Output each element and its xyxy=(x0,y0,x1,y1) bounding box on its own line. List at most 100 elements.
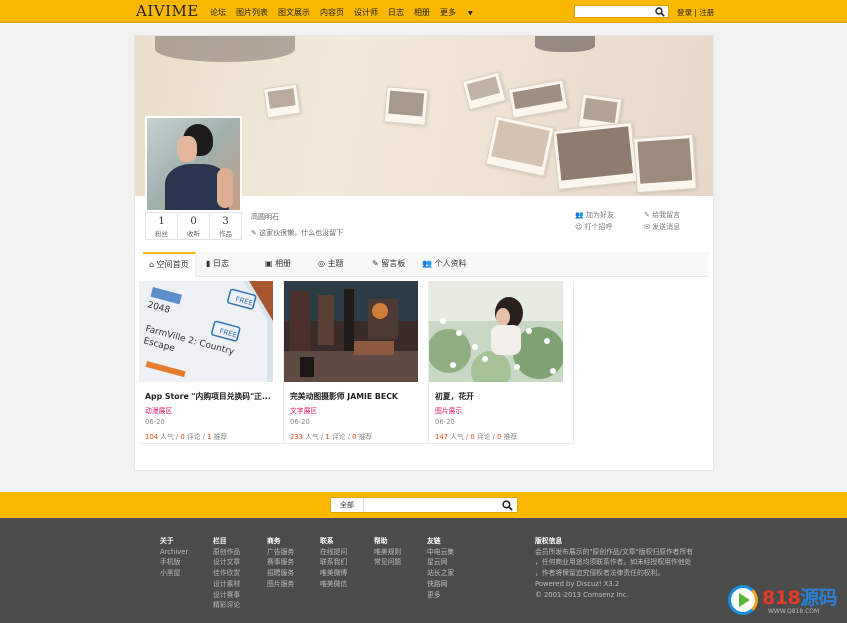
nav-item-image-list[interactable]: 图片列表 xyxy=(236,7,268,18)
footer-link[interactable]: 招聘服务 xyxy=(267,568,294,579)
send-message-button[interactable]: ✉ 发送消息 xyxy=(644,221,680,233)
stat-following[interactable]: 0 收听 xyxy=(178,213,210,239)
footer-link[interactable]: 更多 xyxy=(427,590,454,601)
tab-guestbook[interactable]: ✎ 留言板 xyxy=(356,252,414,277)
tab-blog[interactable]: ▮ 日志 xyxy=(196,252,251,277)
comments-count: 0 xyxy=(180,433,185,441)
nav-item-album[interactable]: 相册 xyxy=(414,7,430,18)
item-thumbnail[interactable]: FREE FREE 2048 FarmVille 2: Country Esca… xyxy=(139,281,273,382)
login-link[interactable]: 登录 xyxy=(677,8,692,17)
tab-profile[interactable]: 👥 个人资料 xyxy=(414,252,484,277)
footer-search-input[interactable]: 全部 xyxy=(330,497,518,513)
item-title[interactable]: App Store "内购项目兑换码"正... xyxy=(145,391,279,402)
item-title[interactable]: 完美动图摄影师 JAMIE BECK xyxy=(290,391,424,402)
copyright-line: © 2001-2013 Comsenz Inc. xyxy=(535,590,629,599)
search-icon[interactable] xyxy=(655,7,665,17)
item-title[interactable]: 初夏，花开 xyxy=(435,391,569,402)
users-icon: 👥 xyxy=(422,259,432,268)
copyright-line: 会员所发布展示的"原创作品/文章"版权归原作者所有 xyxy=(535,547,694,556)
footer-col-title: 商务 xyxy=(267,537,281,545)
stat-label: 粉丝 xyxy=(155,230,168,238)
footer-link[interactable]: 精彩评论 xyxy=(213,600,240,611)
stat-value: 3 xyxy=(222,216,229,227)
stat-label: 收听 xyxy=(187,230,200,238)
footer-link[interactable]: 广告服务 xyxy=(267,547,294,558)
tab-threads[interactable]: ◎ 主题 xyxy=(306,252,356,277)
stat-value: 1 xyxy=(158,216,165,227)
tab-label: 留言板 xyxy=(381,259,406,268)
cover-photo-print xyxy=(383,86,429,126)
footer-link[interactable]: 原创作品 xyxy=(213,547,240,558)
footer-link[interactable]: 中电云集 xyxy=(427,547,454,558)
footer-link[interactable]: 站长之家 xyxy=(427,568,454,579)
footer-link[interactable]: 小黑屋 xyxy=(160,568,188,579)
watermark-logo: 818源码 WWW.Q818.COM xyxy=(728,584,844,620)
footer-col-about: 关于 Archiver 手机版 小黑屋 xyxy=(160,536,188,579)
item-category[interactable]: 图片展示 xyxy=(435,405,462,415)
comments-count: 0 xyxy=(470,433,475,441)
album-icon: ▣ xyxy=(265,259,273,268)
search-input[interactable] xyxy=(574,5,669,18)
footer-col-business: 商务 广告服务 赛事服务 招聘服务 图片服务 xyxy=(267,536,294,590)
stat-fans[interactable]: 1 粉丝 xyxy=(146,213,178,239)
tab-label: 主题 xyxy=(327,259,344,268)
stat-works[interactable]: 3 作品 xyxy=(210,213,241,239)
footer-link[interactable]: 唯美微信 xyxy=(320,579,347,590)
nav-item-blog[interactable]: 日志 xyxy=(388,7,404,18)
greet-button[interactable]: ☺ 打个招呼 xyxy=(575,221,614,233)
watermark-url: WWW.Q818.COM xyxy=(768,608,820,615)
nav-item-content-page[interactable]: 内容页 xyxy=(320,7,344,18)
site-logo[interactable]: AIVIME xyxy=(136,2,199,20)
footer-col-contact: 联系 在线提问 联系我们 唯美微博 唯美微信 xyxy=(320,536,347,590)
footer-link[interactable]: 星云网 xyxy=(427,557,454,568)
footer-link[interactable]: 佳作欣赏 xyxy=(213,568,240,579)
views-count: 147 xyxy=(435,433,448,441)
footer-col-friend-links: 友链 中电云集 星云网 站长之家 快路网 更多 xyxy=(427,536,454,600)
nav-item-designer[interactable]: 设计师 xyxy=(354,7,378,18)
chat-icon: ◎ xyxy=(318,259,325,268)
username: 高圆明石 xyxy=(251,213,279,221)
footer-link[interactable]: 图片服务 xyxy=(267,579,294,590)
tab-album[interactable]: ▣ 相册 xyxy=(251,252,306,277)
tab-home[interactable]: ⌂ 空间首页 xyxy=(143,252,196,277)
item-category[interactable]: 文字展区 xyxy=(290,405,317,415)
footer-link[interactable]: 联系我们 xyxy=(320,557,347,568)
footer-link[interactable]: Archiver xyxy=(160,547,188,558)
register-link[interactable]: 注册 xyxy=(699,8,714,17)
footer-link[interactable]: 赛事服务 xyxy=(267,557,294,568)
item-category[interactable]: 动漫展区 xyxy=(145,405,172,415)
nav-item-graphic-display[interactable]: 图文展示 xyxy=(278,7,310,18)
footer-col-title: 关于 xyxy=(160,537,174,545)
leave-message-button[interactable]: ✎ 给我留言 xyxy=(644,209,680,221)
cover-photo-print xyxy=(263,83,301,119)
add-friend-button[interactable]: 👥 加为好友 xyxy=(575,209,614,221)
footer-link[interactable]: 快路网 xyxy=(427,579,454,590)
social-actions-right: ✎ 给我留言 ✉ 发送消息 xyxy=(644,209,680,233)
footer-link[interactable]: 手机版 xyxy=(160,557,188,568)
search-icon[interactable] xyxy=(502,500,513,511)
item-thumbnail[interactable] xyxy=(429,281,563,382)
search-category-select[interactable]: 全部 xyxy=(331,498,364,512)
item-meta: 147 人气 / 0 评论 / 0 推荐 xyxy=(435,433,518,441)
item-thumbnail[interactable] xyxy=(284,281,418,382)
nav-item-more[interactable]: 更多 ▼ xyxy=(440,7,483,18)
signature: ✎ 这家伙很懒，什么也没留下 xyxy=(251,228,343,238)
footer-link[interactable]: 常见问题 xyxy=(374,557,401,568)
nav-item-forum[interactable]: 论坛 xyxy=(210,7,226,18)
powered-by[interactable]: Powered by Discuz! X3.2 xyxy=(535,579,693,590)
list-item[interactable]: FREE FREE 2048 FarmVille 2: Country Esca… xyxy=(139,281,284,444)
footer-link[interactable]: 设计文章 xyxy=(213,557,240,568)
footer-link[interactable]: 唯美规则 xyxy=(374,547,401,558)
footer-link[interactable]: 唯美微博 xyxy=(320,568,347,579)
footer-link[interactable]: 设计素材 xyxy=(213,579,240,590)
cover-photo-print xyxy=(461,71,507,111)
footer-link[interactable]: 在线提问 xyxy=(320,547,347,558)
cover-shadow xyxy=(155,36,295,62)
list-item[interactable]: 初夏，花开 图片展示 06-20 147 人气 / 0 评论 / 0 推荐 xyxy=(429,281,574,444)
users-icon: 👥 xyxy=(575,211,584,219)
list-item[interactable]: 完美动图摄影师 JAMIE BECK 文字展区 06-20 233 人气 / 1… xyxy=(284,281,429,444)
likes-count: 1 xyxy=(207,433,212,441)
avatar[interactable] xyxy=(145,116,242,212)
home-icon: ⌂ xyxy=(149,260,155,269)
footer-link[interactable]: 设计赛事 xyxy=(213,590,240,601)
